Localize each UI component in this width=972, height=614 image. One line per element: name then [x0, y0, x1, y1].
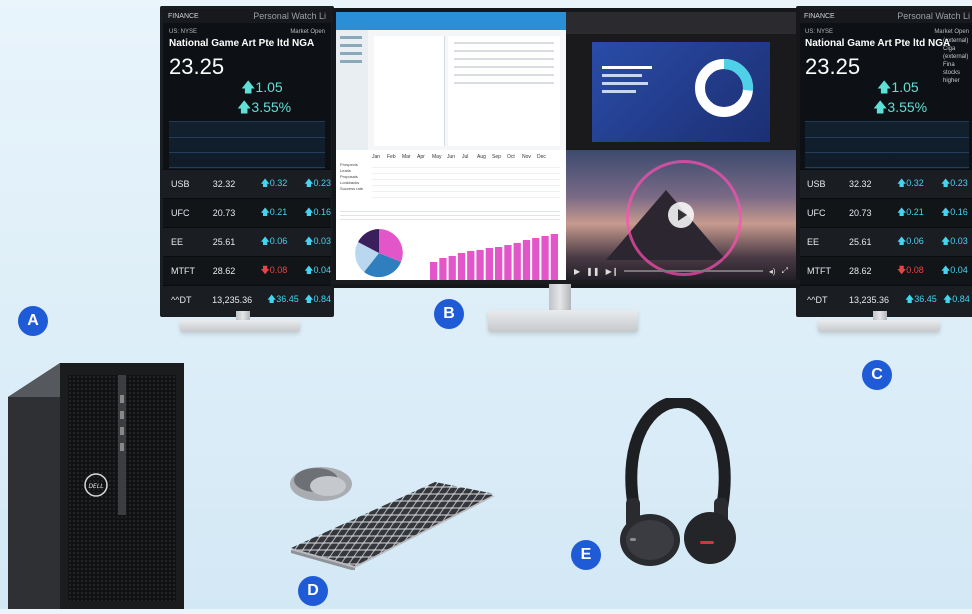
bar — [495, 247, 503, 280]
fullscreen-icon[interactable]: ⤢ — [782, 266, 788, 276]
watchlist-title: Personal Watch Li — [253, 11, 326, 21]
bar — [457, 253, 466, 280]
table-row[interactable]: ^^DT 13,235.36 🡅36.45 🡅0.84 — [163, 285, 331, 314]
label-badge-a: A — [18, 306, 48, 336]
market-open-label: Market Open — [290, 29, 325, 35]
right-stand-base — [818, 320, 940, 332]
keyboard — [285, 440, 495, 571]
bar — [522, 240, 531, 280]
presentation-window — [566, 12, 796, 150]
watchlist-table: USB 32.32 🡅0.32 🡅0.23 UFC 20.73 🡅0.21 🡅0.16 EE… — [799, 169, 972, 314]
watchlist-title: Personal Watch Li — [897, 11, 970, 21]
table-row[interactable]: USB 32.32 🡅0.32 🡅0.23 — [163, 169, 331, 198]
finance-brand: FINANCE — [804, 12, 835, 20]
bar — [439, 258, 447, 280]
left-monitor: FINANCE Personal Watch Li US: NYSE Marke… — [160, 6, 334, 317]
bar-chart — [430, 234, 558, 280]
table-row[interactable]: UFC 20.73 🡅0.21 🡅0.16 — [163, 198, 331, 227]
market-status: US: NYSE Market Open — [163, 23, 331, 35]
bar — [532, 238, 540, 280]
bar — [541, 236, 549, 280]
bar — [448, 256, 456, 280]
table-row[interactable]: USB 32.32 🡅0.32 🡅0.23 — [799, 169, 972, 198]
finance-topbar: FINANCE Personal Watch Li — [799, 9, 972, 23]
label-badge-e: E — [571, 540, 601, 570]
table-row[interactable]: UFC 20.73 🡅0.21 🡅0.16 — [799, 198, 972, 227]
desktop-tower: DELL — [8, 355, 184, 609]
spreadsheet-window: Jan Feb Mar Apr May Jun Jul Aug Sep Oct Nov Dec Pro… — [336, 150, 566, 284]
svg-text:DELL: DELL — [88, 483, 103, 490]
bar — [550, 234, 558, 280]
video-controls: ▶ ❚❚ ▶❙ ◂) ⤢ — [574, 266, 788, 276]
bar — [504, 245, 512, 280]
headset — [612, 395, 744, 570]
right-monitor: FINANCE Personal Watch Li US: NYSE Marke… — [796, 6, 972, 317]
news-panel: (external) Ciga (external) Fina stocks h… — [943, 38, 969, 84]
bar — [485, 248, 493, 280]
headset-illustration — [620, 395, 736, 566]
center-monitor: Jan Feb Mar Apr May Jun Jul Aug Sep Oct Nov Dec Pro… — [332, 8, 800, 288]
pause-icon[interactable]: ❚❚ — [586, 267, 599, 276]
price-change-pct: 🡅3.55% — [237, 99, 292, 115]
table-row[interactable]: EE 25.61 🡅0.06 🡅0.03 — [163, 227, 331, 256]
bar — [430, 262, 438, 280]
mouse-illustration — [290, 467, 352, 501]
company-name: National Game Art Pte ltd NGA — [169, 38, 315, 49]
video-player: ▶ ❚❚ ▶❙ ◂) ⤢ — [566, 150, 796, 284]
table-row[interactable]: ^^DT 13,235.36 🡅36.45 🡅0.84 — [799, 285, 972, 314]
pie-chart — [355, 229, 403, 278]
ticker-code: US: NYSE — [805, 29, 834, 35]
table-row[interactable]: MTFT 28.62 🡇0.08 🡅0.04 — [163, 256, 331, 285]
table-row[interactable]: MTFT 28.62 🡇0.08 🡅0.04 — [799, 256, 972, 285]
watchlist-table: USB 32.32 🡅0.32 🡅0.23 UFC 20.73 🡅0.21 🡅0.16 EE… — [163, 169, 331, 314]
finance-topbar: FINANCE Personal Watch Li — [163, 9, 331, 23]
keyboard-illustration — [291, 482, 495, 571]
email-app-window — [336, 12, 566, 150]
bar — [476, 250, 484, 280]
center-stand-base — [488, 310, 638, 332]
month-header: Jan Feb Mar Apr May Jun Jul Aug Sep Oct Nov Dec — [372, 154, 546, 160]
mouse — [288, 462, 354, 504]
play-button[interactable] — [668, 202, 694, 228]
tower-illustration: DELL — [8, 363, 184, 609]
volume-icon[interactable]: ◂) — [769, 267, 776, 276]
play-icon[interactable]: ▶ — [574, 267, 580, 276]
table-row[interactable]: EE 25.61 🡅0.06 🡅0.03 — [799, 227, 972, 256]
price-change-pct: 🡅3.55% — [873, 99, 928, 115]
label-badge-b: B — [434, 299, 464, 329]
bar — [467, 251, 475, 280]
play-icon — [678, 209, 687, 221]
ticker-code: US: NYSE — [169, 29, 198, 35]
video-progress[interactable] — [624, 270, 763, 272]
label-badge-d: D — [298, 576, 328, 606]
market-open-label: Market Open — [934, 29, 969, 35]
left-stand-base — [180, 320, 300, 332]
finance-brand: FINANCE — [168, 12, 199, 20]
donut-chart-icon — [695, 59, 753, 117]
market-status: US: NYSE Market Open — [799, 23, 972, 35]
bar — [513, 243, 521, 280]
label-badge-c: C — [862, 360, 892, 390]
skip-icon[interactable]: ▶❙ — [606, 267, 619, 276]
